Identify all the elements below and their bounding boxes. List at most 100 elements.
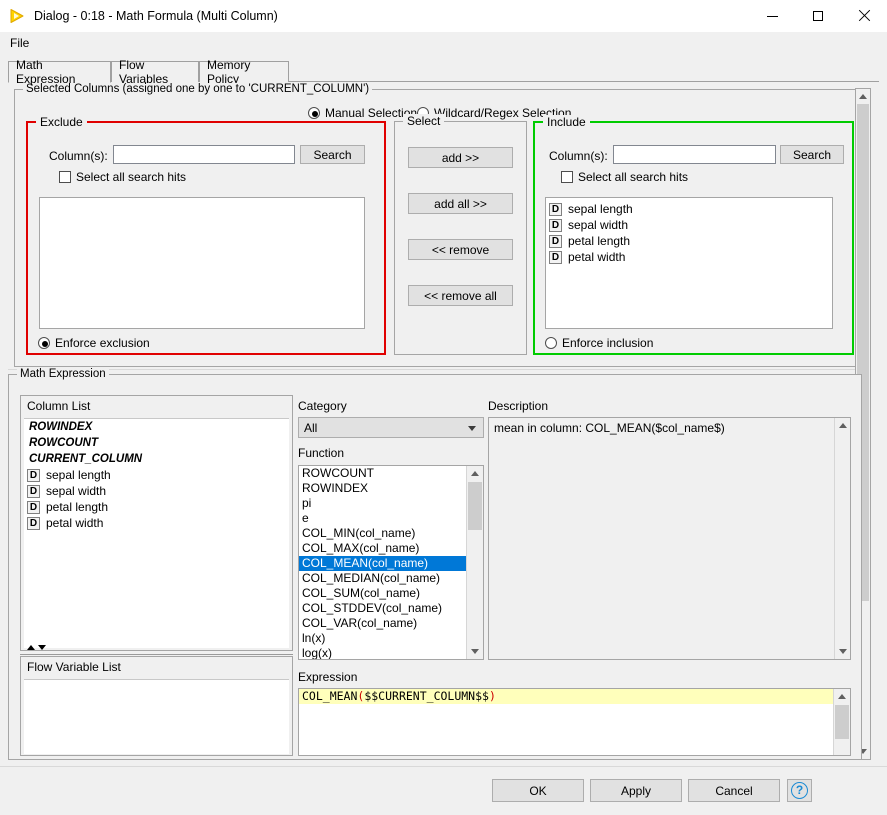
list-item[interactable]: Dpetal length (546, 233, 832, 249)
selected-columns-group: Selected Columns (assigned one by one to… (14, 83, 862, 367)
function-label: Function (298, 446, 345, 460)
description-label: Description (488, 399, 549, 413)
list-item-label: petal width (46, 516, 104, 530)
flow-variable-list[interactable] (24, 679, 289, 754)
maximize-button[interactable] (795, 0, 841, 32)
add-button[interactable]: add >> (408, 147, 513, 168)
select-title: Select (403, 114, 445, 128)
column-list-title: Column List (21, 396, 292, 416)
list-item[interactable]: Dpetal width (24, 515, 289, 531)
help-button[interactable]: ? (787, 779, 812, 802)
list-item[interactable]: Dsepal length (24, 467, 289, 483)
list-item[interactable]: CURRENT_COLUMN (24, 451, 289, 467)
list-item-label: sepal length (568, 202, 633, 216)
include-list[interactable]: Dsepal length Dsepal width Dpetal length Dp… (545, 197, 833, 329)
enforce-exclusion-label: Enforce exclusion (55, 336, 150, 350)
scroll-down-arrow-icon[interactable] (835, 644, 850, 659)
menu-bar: File (0, 32, 887, 54)
list-item[interactable]: Dpetal length (24, 499, 289, 515)
tab-flow-variables[interactable]: Flow Variables (111, 58, 199, 86)
function-list-item[interactable]: ROWINDEX (299, 481, 467, 496)
radio-enforce-inclusion[interactable]: Enforce inclusion (545, 336, 653, 350)
chevron-down-icon (468, 425, 476, 431)
title-bar: Dialog - 0:18 - Math Formula (Multi Colu… (0, 0, 887, 32)
ok-button[interactable]: OK (492, 779, 584, 802)
remove-button[interactable]: << remove (408, 239, 513, 260)
exclude-group: Exclude Column(s): Search Select all sea… (26, 115, 386, 355)
function-list-item[interactable]: COL_MIN(col_name) (299, 526, 467, 541)
function-list-item[interactable]: e (299, 511, 467, 526)
list-item[interactable]: Dsepal length (546, 201, 832, 217)
scroll-up-arrow-icon[interactable] (835, 418, 850, 433)
scrollbar-thumb[interactable] (468, 482, 482, 530)
cancel-button[interactable]: Cancel (688, 779, 780, 802)
tab-memory-policy[interactable]: Memory Policy (199, 58, 289, 86)
function-list-item[interactable]: log(x) (299, 646, 467, 659)
section-divider (8, 369, 855, 370)
close-icon (858, 10, 870, 22)
include-search-input[interactable] (613, 145, 776, 164)
splitter-line (20, 654, 293, 655)
scrollbar-thumb[interactable] (835, 705, 849, 739)
function-list[interactable]: ROWCOUNT ROWINDEX pi e COL_MIN(col_name) COL_… (299, 466, 467, 659)
radio-manual-selection[interactable]: Manual Selection (308, 106, 417, 120)
function-list-item[interactable]: ln(x) (299, 631, 467, 646)
checkbox-box-icon (59, 171, 71, 183)
minimize-button[interactable] (749, 0, 795, 32)
flow-variable-list-title: Flow Variable List (21, 657, 292, 677)
exclude-search-button[interactable]: Search (300, 145, 365, 164)
list-item[interactable]: ROWCOUNT (24, 435, 289, 451)
description-scrollbar[interactable] (834, 418, 850, 659)
scroll-up-arrow-icon[interactable] (467, 466, 483, 481)
list-item-label: sepal width (568, 218, 629, 232)
list-item-label: sepal length (46, 468, 111, 482)
include-search-button[interactable]: Search (780, 145, 844, 164)
double-type-icon: D (27, 468, 40, 482)
add-all-button[interactable]: add all >> (408, 193, 513, 214)
function-list-item-selected[interactable]: COL_MEAN(col_name) (299, 556, 467, 571)
function-list-item[interactable]: ROWCOUNT (299, 466, 467, 481)
double-type-icon: D (549, 218, 562, 232)
apply-button[interactable]: Apply (590, 779, 682, 802)
list-item[interactable]: Dsepal width (546, 217, 832, 233)
double-type-icon: D (549, 250, 562, 264)
list-item[interactable]: Dsepal width (24, 483, 289, 499)
double-type-icon: D (549, 202, 562, 216)
function-list-item[interactable]: COL_MAX(col_name) (299, 541, 467, 556)
expression-editor[interactable]: COL_MEAN($$CURRENT_COLUMN$$) (298, 688, 851, 756)
function-list-scrollbar[interactable] (466, 466, 483, 659)
scroll-up-arrow-icon[interactable] (834, 689, 850, 704)
splitter-handle[interactable] (27, 645, 46, 650)
function-list-item[interactable]: COL_STDDEV(col_name) (299, 601, 467, 616)
list-item[interactable]: ROWINDEX (24, 419, 289, 435)
function-list-item[interactable]: COL_SUM(col_name) (299, 586, 467, 601)
function-list-item[interactable]: COL_VAR(col_name) (299, 616, 467, 631)
radio-dot-icon (38, 337, 50, 349)
double-type-icon: D (27, 516, 40, 530)
close-button[interactable] (841, 0, 887, 32)
function-list-item[interactable]: pi (299, 496, 467, 511)
scroll-down-arrow-icon[interactable] (467, 644, 483, 659)
description-panel: mean in column: COL_MEAN($col_name$) (488, 417, 851, 660)
description-text: mean in column: COL_MEAN($col_name$) (494, 421, 725, 435)
category-dropdown[interactable]: All (298, 417, 484, 438)
exclude-columns-label: Column(s): (49, 149, 108, 163)
include-select-all-hits-checkbox[interactable]: Select all search hits (561, 170, 688, 184)
menu-item-file[interactable]: File (6, 35, 33, 51)
column-list[interactable]: ROWINDEX ROWCOUNT CURRENT_COLUMN Dsepal len… (24, 418, 289, 648)
exclude-list[interactable] (39, 197, 365, 329)
exclude-select-all-hits-checkbox[interactable]: Select all search hits (59, 170, 186, 184)
list-item-label: ROWCOUNT (29, 437, 98, 449)
dialog-window: Dialog - 0:18 - Math Formula (Multi Colu… (0, 0, 887, 815)
tab-math-expression[interactable]: Math Expression (8, 58, 111, 86)
scroll-up-arrow-icon[interactable] (856, 89, 870, 104)
footer-divider (0, 766, 887, 767)
expression-scrollbar[interactable] (833, 689, 850, 755)
splitter-down-icon (38, 645, 46, 650)
remove-all-button[interactable]: << remove all (408, 285, 513, 306)
radio-enforce-exclusion[interactable]: Enforce exclusion (38, 336, 150, 350)
exclude-title: Exclude (36, 115, 87, 129)
list-item[interactable]: Dpetal width (546, 249, 832, 265)
exclude-search-input[interactable] (113, 145, 295, 164)
function-list-item[interactable]: COL_MEDIAN(col_name) (299, 571, 467, 586)
